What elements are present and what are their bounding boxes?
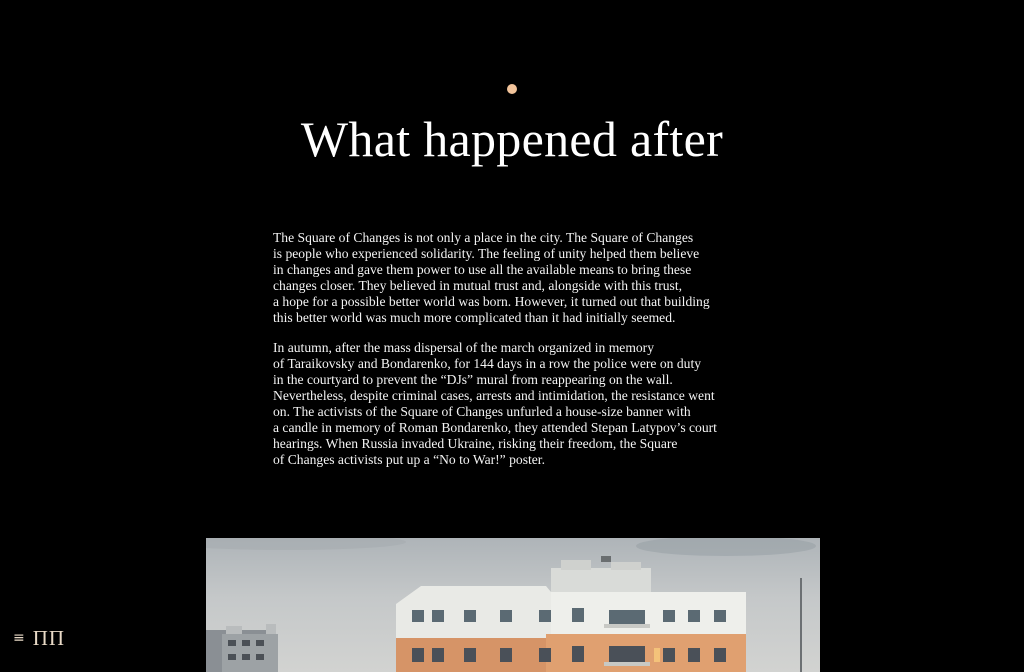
page: What happened after The Square of Change… <box>0 0 1024 672</box>
article-paragraph-2: In autumn, after the mass dispersal of t… <box>273 340 717 467</box>
article-body: The Square of Changes is not only a plac… <box>273 230 743 482</box>
section-title: What happened after <box>300 111 724 167</box>
menu-icon[interactable]: ≡ <box>13 631 25 645</box>
site-menu-button[interactable]: ≡ ПП <box>13 625 65 651</box>
building-photo-illustration <box>206 538 816 672</box>
article-paragraph-1: The Square of Changes is not only a plac… <box>273 230 710 325</box>
accent-dot-icon <box>507 84 517 94</box>
site-logo[interactable]: ПП <box>33 627 65 649</box>
building-photo <box>206 538 820 672</box>
